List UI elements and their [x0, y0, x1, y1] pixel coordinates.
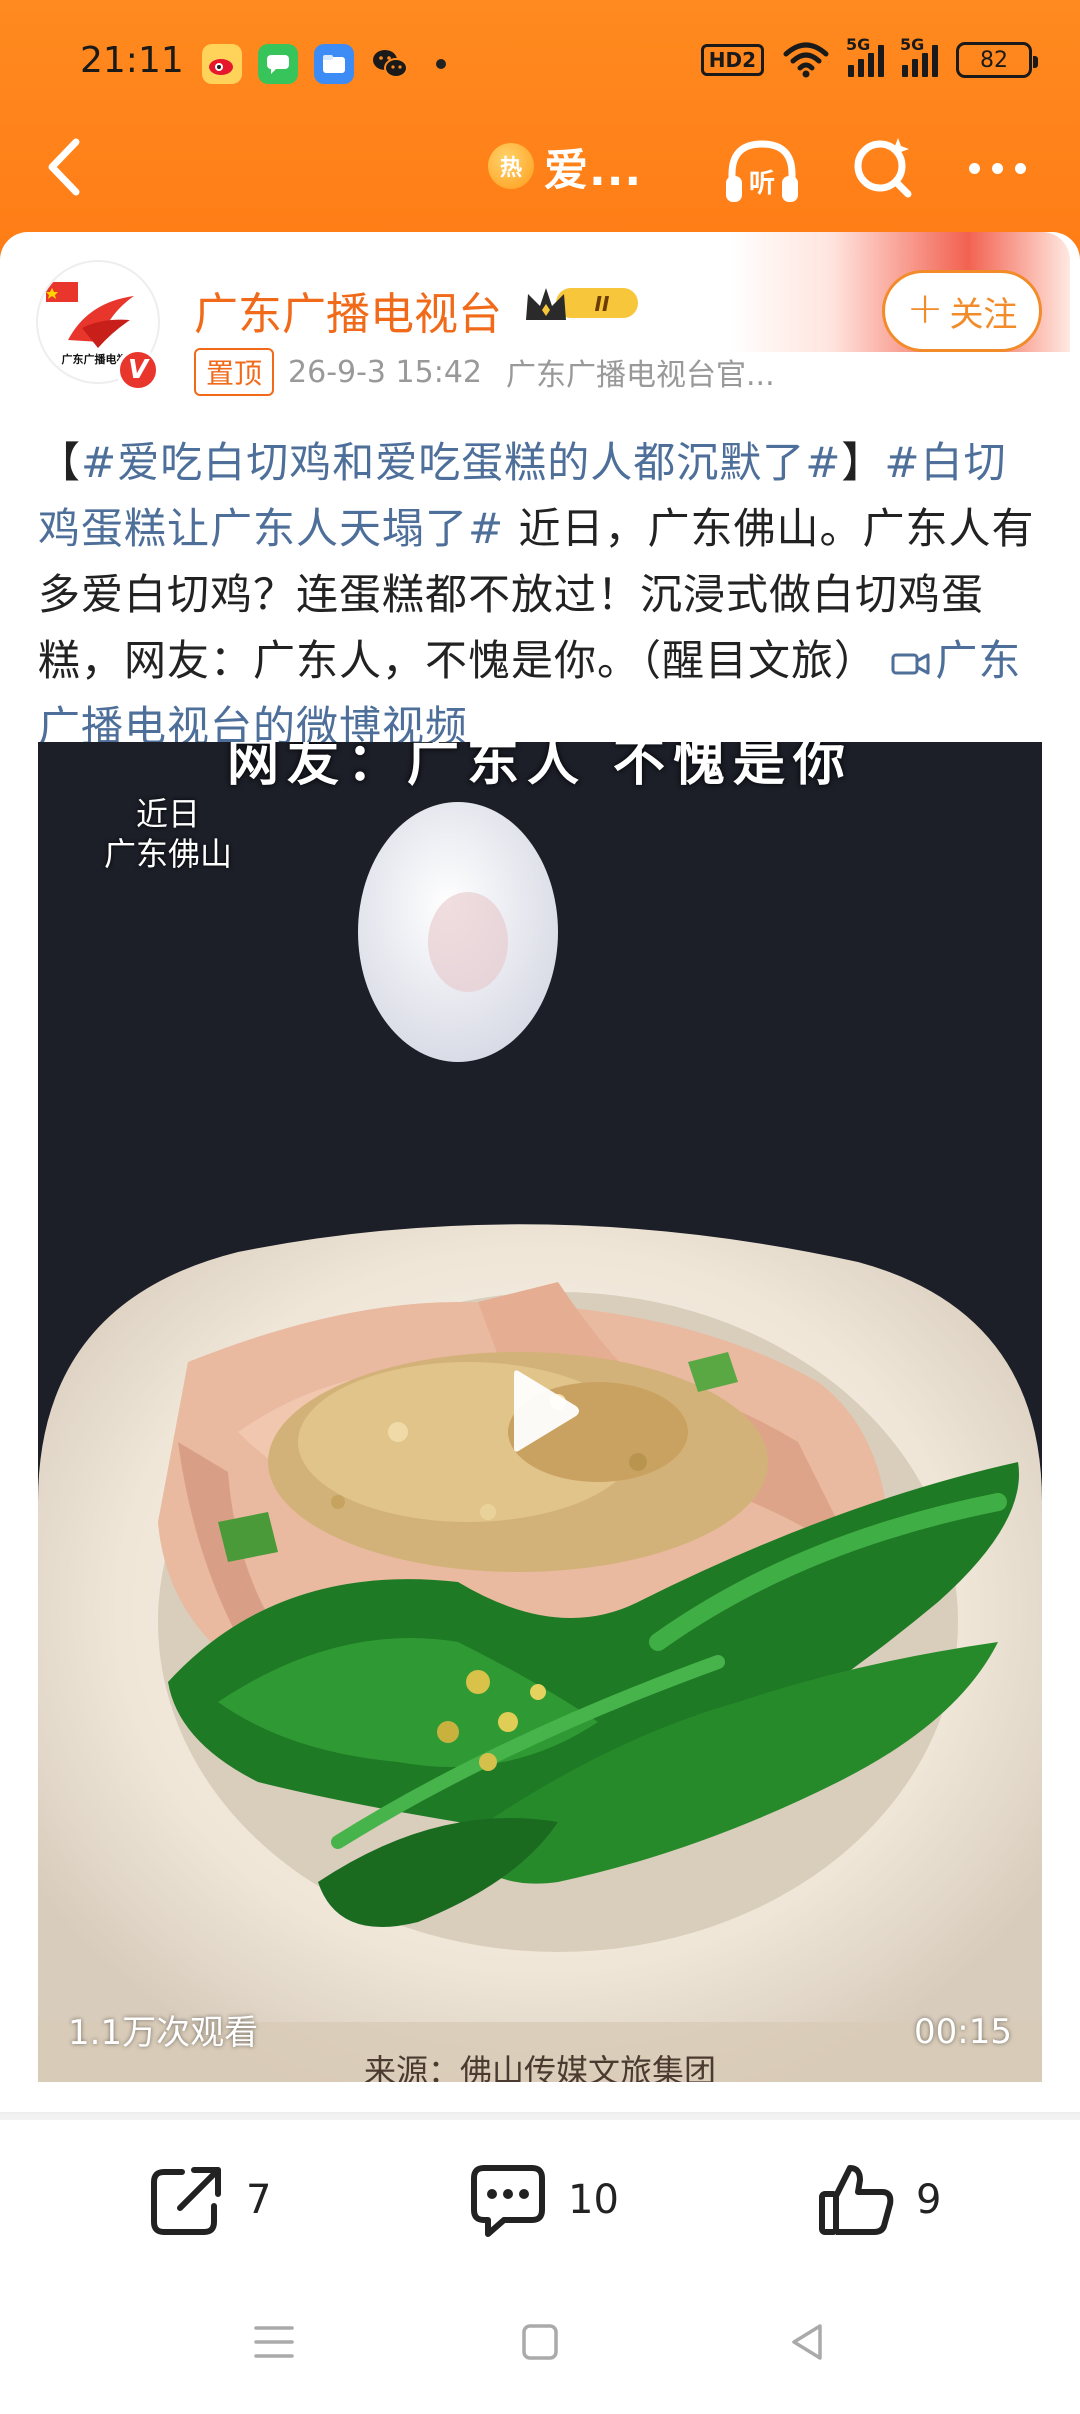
share-button[interactable]: 7 — [146, 2160, 271, 2240]
author-name[interactable]: 广东广播电视台 — [194, 278, 502, 342]
like-count: 9 — [916, 2177, 942, 2223]
weibo-app-icon — [202, 44, 242, 84]
more-notifications-dot — [436, 59, 446, 69]
plus-icon: + — [906, 283, 944, 334]
video-top-caption: 网友：广东人 不愧是你 — [226, 742, 854, 793]
listen-label: 听 — [749, 169, 775, 199]
share-count: 7 — [246, 2177, 272, 2223]
more-dot-icon — [968, 162, 980, 174]
cellular-signal-2-icon: 5G — [900, 35, 938, 77]
hot-topic-title[interactable]: 热 爱... — [488, 134, 642, 198]
caption-line: 近日 — [136, 795, 201, 833]
thumbs-up-icon — [819, 2165, 894, 2235]
video-location-caption: 近日 广东佛山 — [104, 794, 232, 874]
wifi-icon — [783, 42, 829, 78]
vip-level-label: II — [595, 292, 610, 316]
comment-count: 10 — [568, 2177, 619, 2223]
comment-icon — [471, 2165, 545, 2237]
more-options-button[interactable] — [962, 148, 1032, 188]
post-actions-bar: 7 10 9 — [0, 2120, 1080, 2270]
video-credit: 来源：佛山传媒文旅集团 — [363, 2052, 716, 2082]
search-icon[interactable] — [848, 132, 918, 202]
post-meta: 置顶 26-9-3 15:42 广东广播电视台官... — [194, 348, 775, 396]
topic-title-text: 爱... — [544, 145, 643, 196]
bracket-close: 】 — [841, 438, 885, 487]
status-system-icons: HD2 5G 5G 82 — [700, 35, 1038, 78]
caption-line: 广东佛山 — [104, 835, 233, 873]
back-arrow-icon[interactable] — [36, 132, 96, 202]
status-time: 21:11 — [80, 40, 184, 81]
post-source: 广东广播电视台官... — [506, 358, 775, 393]
headphones-icon: 听 — [726, 140, 798, 202]
top-nav-bar: 热 爱... 听 — [0, 110, 1080, 220]
status-notification-icons — [202, 44, 446, 84]
hashtag-link[interactable]: #爱吃白切鸡和爱吃蛋糕的人都沉默了# — [81, 438, 841, 487]
more-dot-icon — [1014, 162, 1026, 174]
follow-button[interactable]: + 关注 — [882, 270, 1042, 352]
files-app-icon — [314, 44, 354, 84]
verified-badge-icon: V — [116, 348, 160, 392]
pinned-tag: 置顶 — [194, 348, 275, 396]
bracket-open: 【 — [38, 438, 82, 487]
home-icon[interactable] — [516, 2318, 564, 2366]
system-navigation-bar — [0, 2270, 1080, 2414]
wechat-app-icon — [370, 44, 410, 84]
messages-app-icon — [258, 44, 298, 84]
hd-voice-badge: HD2 — [700, 44, 764, 76]
cellular-signal-1-icon: 5G — [846, 35, 884, 77]
share-icon — [151, 2167, 221, 2235]
back-triangle-icon[interactable] — [784, 2318, 832, 2366]
battery-indicator: 82 — [956, 42, 1038, 78]
listen-button[interactable]: 听 — [720, 130, 804, 214]
post-text: 【#爱吃白切鸡和爱吃蛋糕的人都沉默了#】#白切鸡蛋糕让广东人天塌了# 近日，广东… — [38, 430, 1046, 760]
video-camera-icon — [891, 653, 930, 675]
comment-button[interactable]: 10 — [468, 2160, 619, 2240]
menu-icon[interactable] — [250, 2318, 298, 2366]
vip-crown-badge-icon[interactable]: II — [522, 280, 642, 326]
follow-label: 关注 — [949, 294, 1018, 335]
like-button[interactable]: 9 — [816, 2160, 941, 2240]
actions-divider — [0, 2112, 1080, 2114]
post-timestamp: 26-9-3 15:42 — [288, 354, 483, 390]
hot-badge-icon: 热 — [488, 143, 534, 189]
video-player[interactable]: 网友：广东人 不愧是你 近日 广东佛山 1.1万次观看 00:15 来源：佛山传… — [38, 742, 1042, 2082]
more-dot-icon — [991, 162, 1003, 174]
play-icon[interactable] — [504, 1366, 584, 1456]
post-card: 广东广播电视台 V 广东广播电视台 II + 关注 置顶 26-9-3 15:4… — [0, 232, 1080, 2112]
